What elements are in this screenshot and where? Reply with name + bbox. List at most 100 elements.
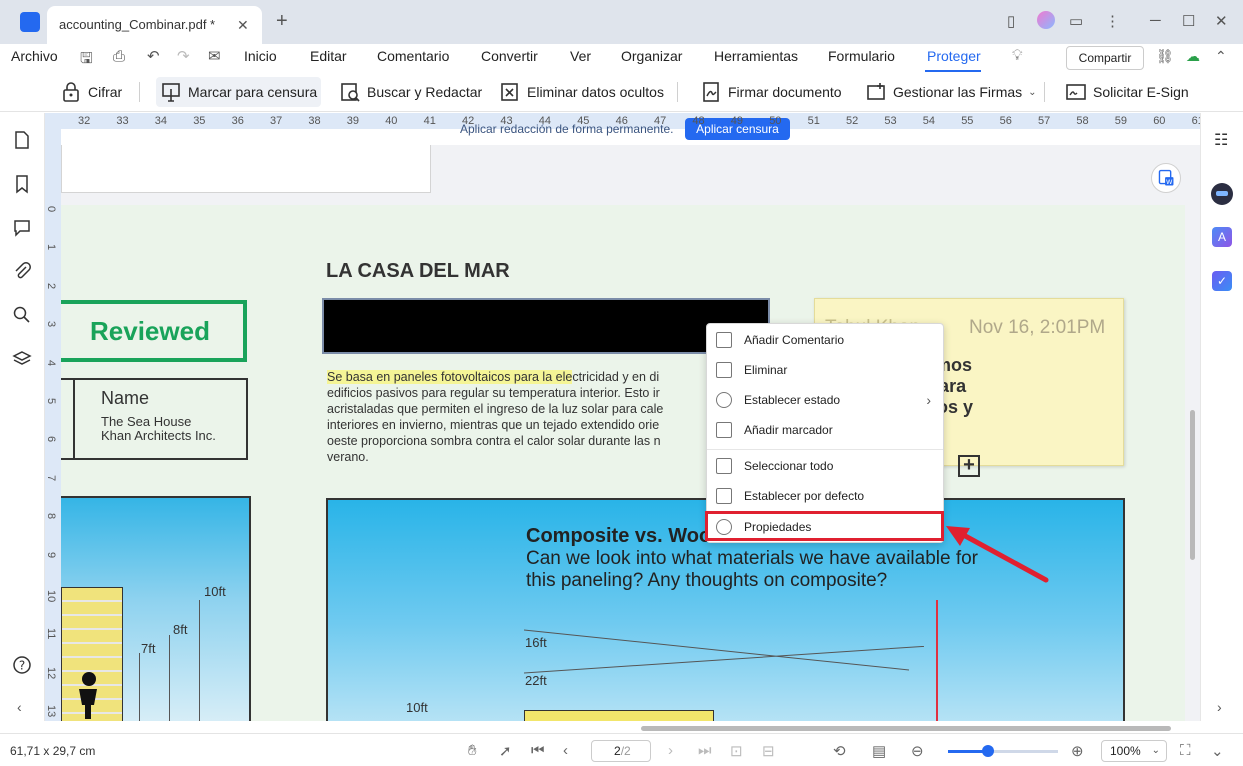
rotate-view-icon[interactable]: ⟲ [833, 742, 846, 760]
redaction-mark[interactable] [322, 298, 770, 354]
select-tool-icon[interactable]: ➚ [499, 742, 512, 760]
zoom-out-icon[interactable]: ⊖ [911, 742, 924, 760]
close-window-icon[interactable]: ✕ [1215, 12, 1228, 30]
menu-item-select-all[interactable]: Seleccionar todo [707, 451, 943, 481]
more-status-icon[interactable]: ⌄ [1211, 742, 1224, 760]
manage-signatures-button[interactable]: Gestionar las Firmas ⌄ [861, 77, 1041, 107]
page-number-input[interactable]: 2/2 [591, 740, 651, 762]
fit-width-icon[interactable]: ⊟ [762, 742, 775, 760]
menu-convertir[interactable]: Convertir [481, 48, 538, 64]
help-icon[interactable]: ? [12, 655, 32, 675]
lightbulb-icon[interactable]: 💡︎ [1012, 47, 1023, 64]
layers-icon[interactable] [12, 349, 32, 369]
redo-icon[interactable]: ↷ [177, 47, 190, 65]
bookmark-icon[interactable] [12, 174, 32, 194]
maximize-icon[interactable]: ☐ [1182, 12, 1195, 30]
trash-icon [716, 362, 732, 378]
share-button[interactable]: Compartir [1066, 46, 1144, 70]
page-layout-icon[interactable]: ▤ [872, 742, 886, 760]
search-icon[interactable] [12, 305, 32, 325]
undo-icon[interactable]: ↶ [147, 47, 160, 65]
email-icon[interactable]: ✉ [208, 47, 221, 65]
new-tab-icon[interactable]: + [276, 10, 288, 33]
menu-inicio[interactable]: Inicio [244, 48, 277, 64]
sign-document-button[interactable]: Firmar documento [696, 77, 846, 107]
menu-editar[interactable]: Editar [310, 48, 347, 64]
body-paragraph[interactable]: Se basa en paneles fotovoltaicos para la… [327, 369, 717, 465]
encrypt-button[interactable]: Cifrar [56, 77, 126, 107]
expand-panel-icon[interactable]: › [1217, 699, 1222, 715]
signature-icon [703, 82, 719, 102]
menu-ver[interactable]: Ver [570, 48, 591, 64]
feedback-icon[interactable]: ▭ [1069, 12, 1083, 30]
menu-comentario[interactable]: Comentario [377, 48, 449, 64]
cloud-sync-icon[interactable]: ☁ [1186, 48, 1200, 65]
more-options-icon[interactable]: ⋮ [1105, 12, 1120, 30]
toolbar-divider [1044, 82, 1045, 102]
ruler-tick-label: 0 [45, 206, 57, 213]
mark-for-redaction-label: Marcar para censura [188, 84, 318, 100]
menu-item-add-comment[interactable]: Añadir Comentario [707, 325, 943, 355]
ruler-tick-label: 45 [577, 115, 590, 127]
menu-item-set-status[interactable]: Establecer estado › [707, 385, 943, 415]
zoom-level-select[interactable]: 100% ⌄ [1101, 740, 1167, 762]
title-bar: accounting_Combinar.pdf * ✕ + ▯ ▭ ⋮ ─ ☐ … [0, 0, 1243, 44]
menu-archivo[interactable]: Archivo [11, 48, 58, 64]
ruler-tick-label: 37 [270, 115, 283, 127]
next-page-icon[interactable]: › [668, 742, 673, 759]
menu-herramientas[interactable]: Herramientas [714, 48, 798, 64]
ai-assistant-icon[interactable] [1211, 183, 1233, 205]
ruler-tick-label: 5 [45, 398, 57, 405]
collapse-sidebar-icon[interactable]: ‹ [17, 699, 22, 715]
print-icon[interactable]: ⎙ [113, 48, 125, 65]
document-tab[interactable]: accounting_Combinar.pdf * ✕ [47, 6, 262, 44]
menu-item-delete[interactable]: Eliminar [707, 355, 943, 385]
fit-page-icon[interactable]: ⊡ [730, 742, 743, 760]
remove-hidden-data-label: Eliminar datos ocultos [527, 84, 664, 100]
search-and-redact-button[interactable]: Buscar y Redactar [335, 77, 486, 107]
menu-formulario[interactable]: Formulario [828, 48, 895, 64]
illustration-title: Composite vs. Woo [526, 525, 712, 547]
collapse-ribbon-icon[interactable]: ⌃ [1215, 48, 1227, 65]
menu-organizar[interactable]: Organizar [621, 48, 682, 64]
fullscreen-icon[interactable]: ⛶ [1180, 742, 1191, 759]
menu-item-add-bookmark[interactable]: Añadir marcador [707, 415, 943, 445]
menu-proteger[interactable]: Proteger [927, 48, 981, 64]
request-esign-label: Solicitar E-Sign [1093, 84, 1189, 100]
comment-icon[interactable] [12, 218, 32, 238]
network-icon[interactable]: ⛓ [1156, 48, 1174, 65]
select-all-icon [716, 458, 732, 474]
mark-for-redaction-button[interactable]: Marcar para censura [156, 77, 322, 107]
last-page-icon[interactable]: ⏭︎ [698, 742, 712, 759]
menu-item-set-default[interactable]: Establecer por defecto [707, 481, 943, 511]
avatar[interactable] [1037, 11, 1055, 29]
minimize-icon[interactable]: ─ [1150, 12, 1161, 29]
convert-to-word-icon[interactable]: W [1151, 163, 1181, 193]
previous-page-icon[interactable]: ‹ [563, 742, 568, 759]
translate-icon[interactable]: A [1212, 227, 1232, 247]
highlighted-text[interactable]: Se basa en paneles fotovoltaicos para la… [327, 370, 573, 384]
properties-panel-icon[interactable]: ☷ [1214, 130, 1228, 150]
zoom-slider-handle[interactable] [981, 745, 994, 757]
vertical-scrollbar[interactable] [1190, 410, 1195, 560]
reviewed-stamp[interactable]: Reviewed [61, 300, 247, 362]
menu-bar: Archivo 🖫 ⎙ ↶ ↷ ✉ Inicio Editar Comentar… [0, 44, 1243, 72]
tablet-mode-icon[interactable]: ▯ [1007, 12, 1015, 30]
ruler-tick-label: 53 [884, 115, 897, 127]
task-check-icon[interactable]: ✓ [1212, 271, 1232, 291]
add-note-icon[interactable]: + [958, 455, 980, 477]
attachment-icon[interactable] [12, 261, 32, 281]
comment-icon [716, 332, 732, 348]
zoom-in-icon[interactable]: ⊕ [1071, 742, 1084, 760]
save-icon[interactable]: 🖫 [80, 48, 93, 73]
document-page[interactable]: LA CASA DEL MAR Reviewed Name The Sea Ho… [61, 205, 1185, 721]
horizontal-scrollbar[interactable] [641, 726, 1171, 731]
tab-close-icon[interactable]: ✕ [237, 17, 249, 34]
page-thumbnails-icon[interactable] [12, 130, 32, 150]
name-card-label: Name [101, 388, 150, 408]
hand-tool-icon[interactable]: ✋︎ [468, 742, 477, 759]
first-page-icon[interactable]: ⏮︎ [531, 742, 545, 759]
request-esign-button[interactable]: Solicitar E-Sign [1061, 77, 1193, 107]
remove-hidden-data-button[interactable]: Eliminar datos ocultos [495, 77, 668, 107]
document-canvas[interactable]: W LA CASA DEL MAR Reviewed Name The Sea … [61, 145, 1200, 721]
